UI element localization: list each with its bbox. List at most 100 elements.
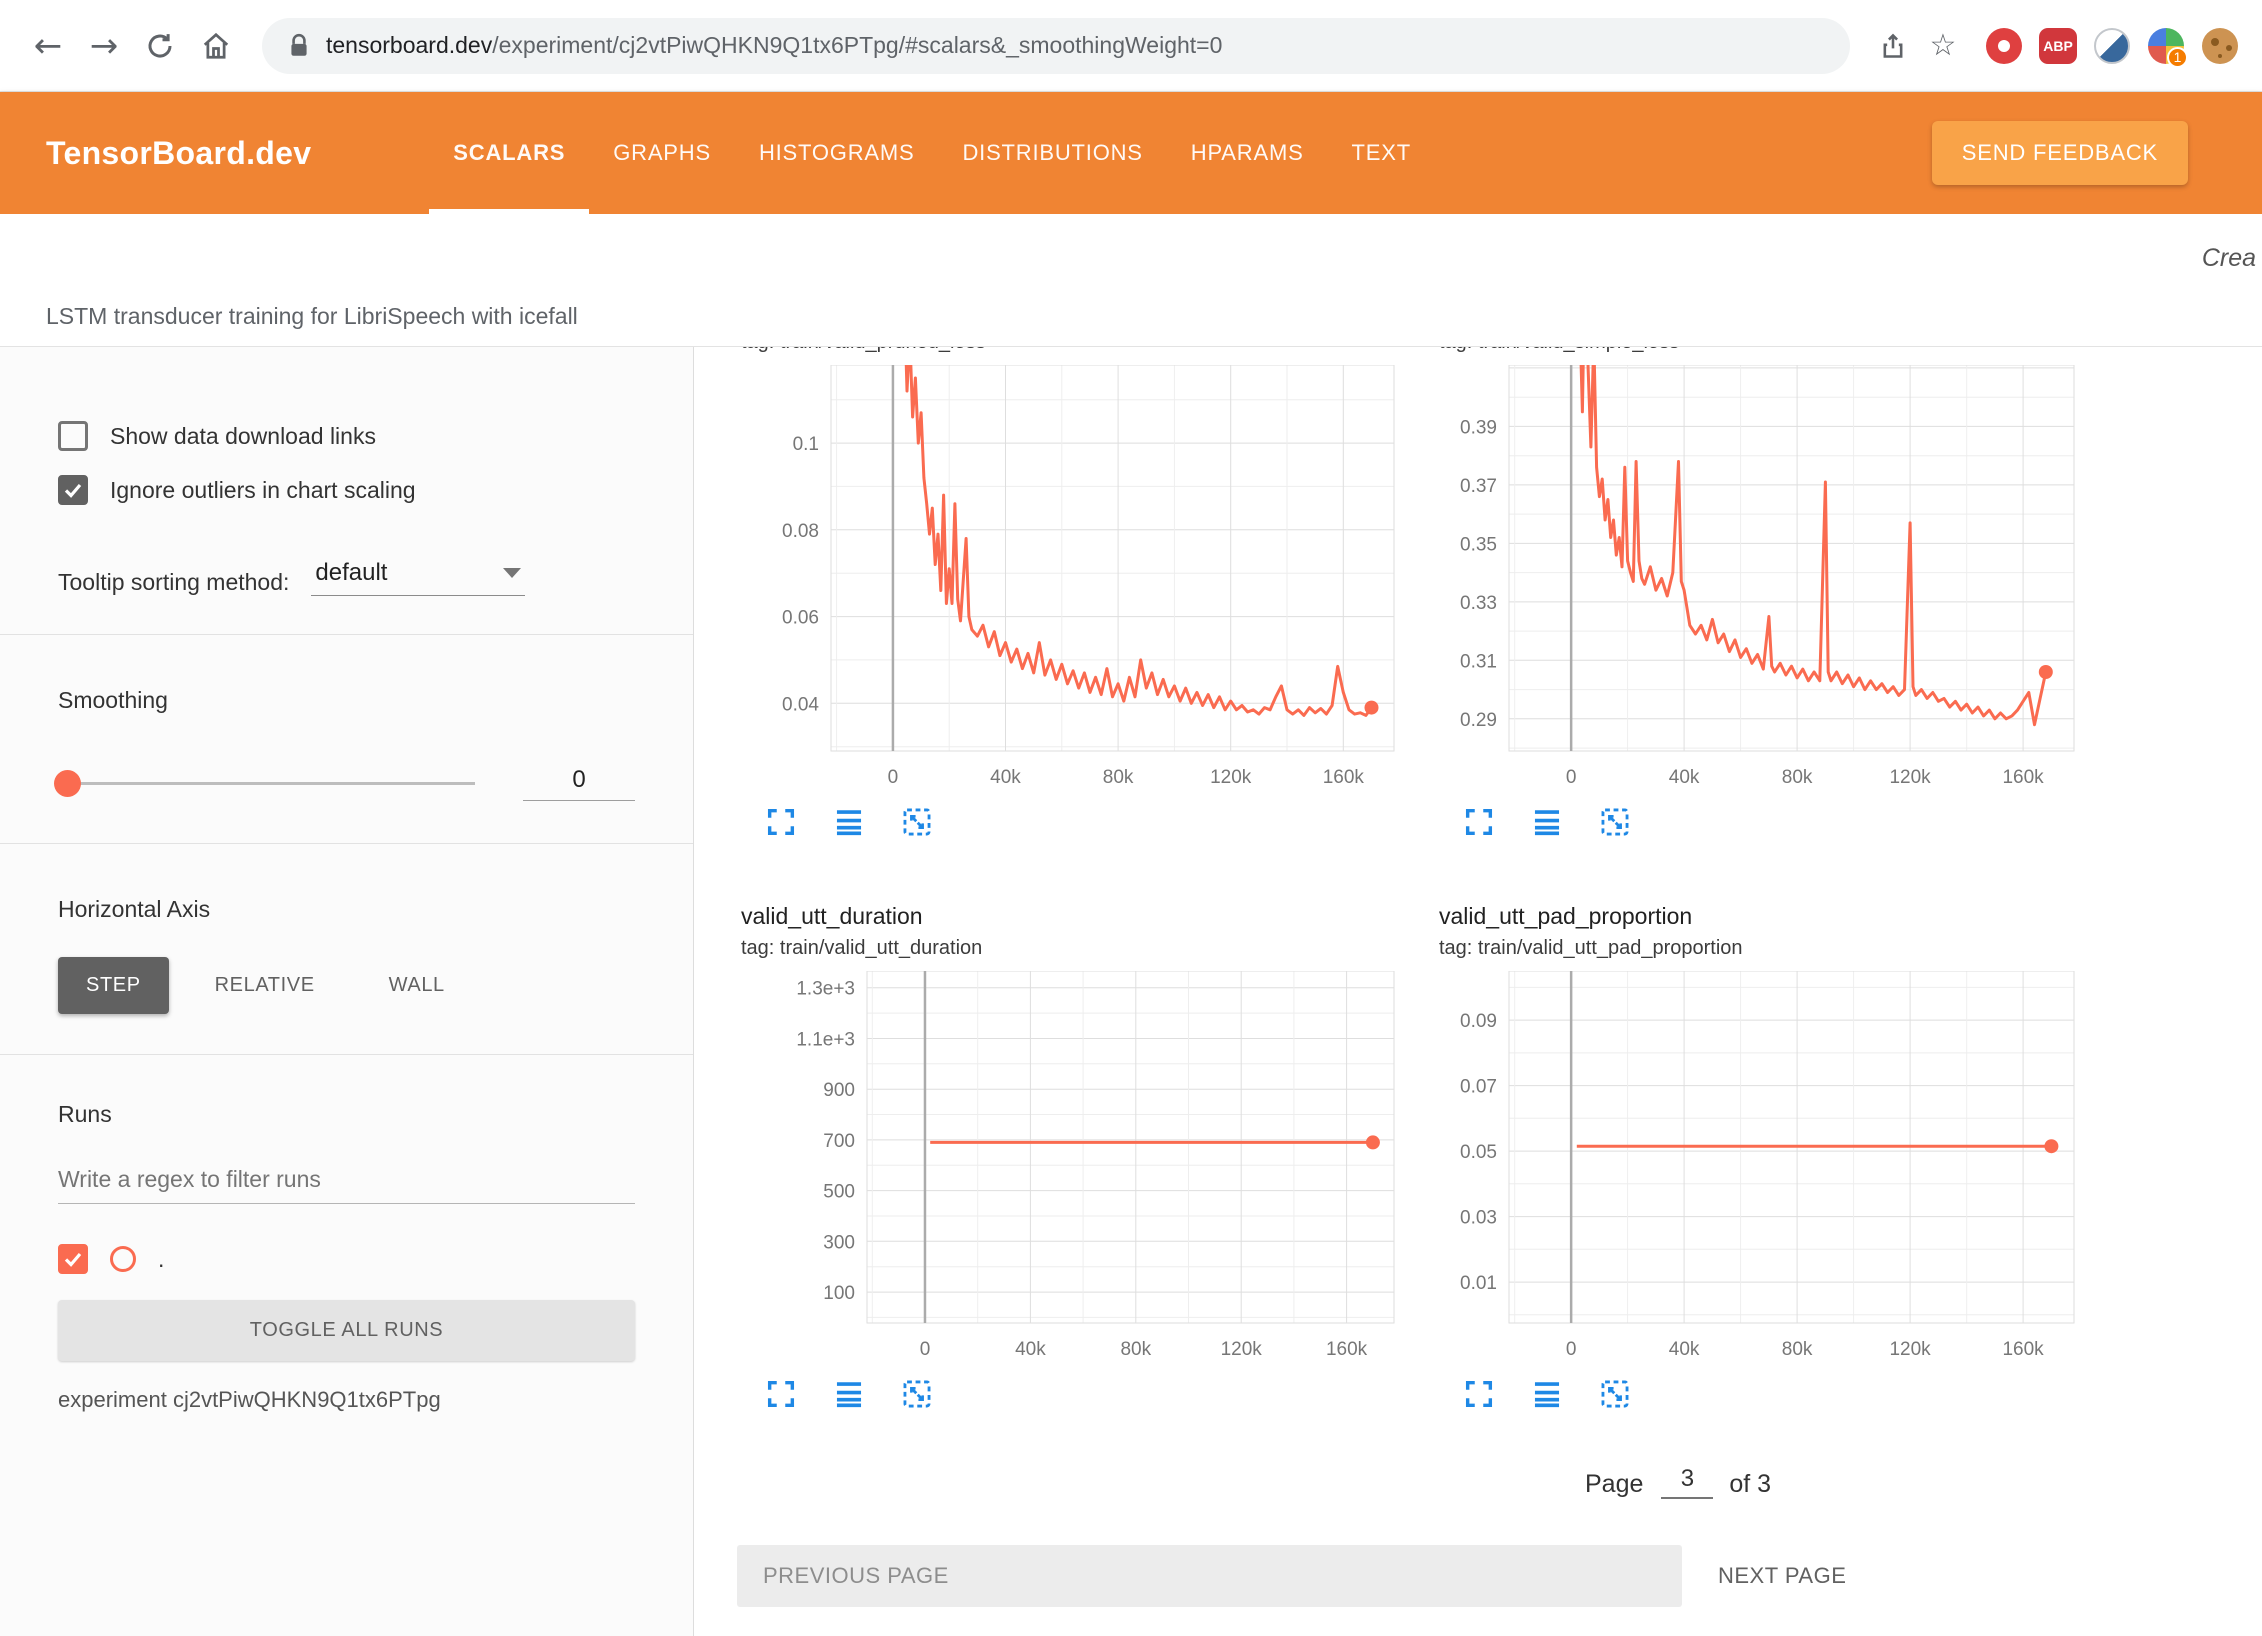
previous-page-button[interactable]: PREVIOUS PAGE [737,1545,1682,1607]
svg-text:1.1e+3: 1.1e+3 [796,1030,855,1051]
line-chart[interactable]: 0.290.310.330.350.370.39040k80k120k160k [1421,365,2092,795]
share-icon[interactable] [1868,21,1918,71]
smoothing-slider-thumb[interactable] [54,770,81,797]
svg-text:0.33: 0.33 [1460,593,1497,614]
charts-panel: valid_pruned_loss tag: train/valid_prune… [695,347,2262,1636]
toggle-all-runs-button[interactable]: TOGGLE ALL RUNS [58,1300,635,1361]
run-color-swatch [110,1246,136,1272]
smoothing-slider[interactable] [58,782,475,785]
run-list-item[interactable]: . [58,1244,635,1274]
app-logo[interactable]: TensorBoard.dev [46,135,311,172]
axis-step-button[interactable]: STEP [58,957,169,1014]
tab-hparams[interactable]: HPARAMS [1167,92,1328,214]
svg-text:80k: 80k [1120,1339,1151,1360]
adblock-extension-icon[interactable] [1982,24,2026,68]
axis-wall-button[interactable]: WALL [361,957,473,1014]
svg-text:0.05: 0.05 [1460,1142,1497,1163]
page-number-input[interactable] [1661,1465,1713,1499]
back-icon[interactable]: ← [20,18,76,74]
svg-text:500: 500 [823,1182,855,1203]
show-download-links-label: Show data download links [110,423,376,450]
line-chart[interactable]: 0.010.030.050.070.09040k80k120k160k [1421,971,2092,1367]
runs-filter-input[interactable] [58,1158,635,1204]
bookmark-star-icon[interactable]: ☆ [1918,21,1968,71]
tooltip-sorting-value: default [315,559,387,587]
line-chart[interactable]: 0.040.060.080.1040k80k120k160k [723,365,1412,795]
show-download-links-checkbox[interactable] [58,421,88,451]
svg-text:0.03: 0.03 [1460,1208,1497,1229]
svg-text:0.06: 0.06 [782,608,819,629]
page-label: Page [1585,1470,1643,1499]
settings-sidebar: Show data download links Ignore outliers… [0,347,694,1636]
svg-text:40k: 40k [1669,767,1700,788]
svg-text:0.08: 0.08 [782,521,819,542]
chevron-down-icon [503,568,521,578]
chart-title: valid_utt_pad_proportion [1439,899,2111,933]
svg-text:80k: 80k [1782,767,1813,788]
fit-domain-icon[interactable] [899,1377,935,1413]
svg-text:100: 100 [823,1283,855,1304]
log-scale-icon[interactable] [831,1377,867,1413]
chart-tag: tag: train/valid_pruned_loss [741,347,1413,357]
stats-extension-icon[interactable]: 1 [2144,24,2188,68]
created-text-clipped: Crea [2202,244,2256,273]
line-chart[interactable]: 1003005007009001.1e+31.3e+3040k80k120k16… [723,971,1412,1367]
privacy-extension-icon[interactable] [2090,24,2134,68]
notification-badge: 1 [2167,47,2188,68]
lock-icon [288,33,310,59]
expand-card-icon[interactable] [763,1377,799,1413]
next-page-button[interactable]: NEXT PAGE [1718,1563,1846,1589]
tab-graphs[interactable]: GRAPHS [589,92,735,214]
chart-tag: tag: train/valid_utt_pad_proportion [1439,933,2111,963]
svg-text:160k: 160k [1326,1339,1368,1360]
ignore-outliers-label: Ignore outliers in chart scaling [110,477,416,504]
svg-text:0.1: 0.1 [793,434,819,455]
svg-text:120k: 120k [1889,1339,1931,1360]
svg-text:40k: 40k [1669,1339,1700,1360]
fit-domain-icon[interactable] [1597,1377,1633,1413]
svg-text:1.3e+3: 1.3e+3 [796,979,855,1000]
run-checkbox[interactable] [58,1244,88,1274]
svg-text:0: 0 [920,1339,931,1360]
fit-domain-icon[interactable] [1597,805,1633,841]
tab-scalars[interactable]: SCALARS [429,92,589,214]
cookie-icon[interactable] [2198,24,2242,68]
svg-text:0.04: 0.04 [782,694,819,715]
axis-relative-button[interactable]: RELATIVE [187,957,343,1014]
expand-card-icon[interactable] [763,805,799,841]
tensorboard-header: TensorBoard.dev SCALARS GRAPHS HISTOGRAM… [0,92,2262,214]
chart-card-valid-utt-pad-proportion: valid_utt_pad_proportion tag: train/vali… [1421,899,2111,1431]
page-of-label: of 3 [1729,1470,1771,1499]
extensions-row: ABP 1 [1982,24,2242,68]
refresh-icon[interactable] [132,18,188,74]
experiment-caption: experiment cj2vtPiwQHKN9Q1tx6PTpg [58,1387,635,1413]
log-scale-icon[interactable] [1529,1377,1565,1413]
log-scale-icon[interactable] [1529,805,1565,841]
svg-text:160k: 160k [1323,767,1365,788]
tab-text[interactable]: TEXT [1328,92,1435,214]
svg-text:700: 700 [823,1131,855,1152]
experiment-subheader: Crea LSTM transducer training for LibriS… [0,214,2262,346]
fit-domain-icon[interactable] [899,805,935,841]
svg-text:0.31: 0.31 [1460,651,1497,672]
browser-toolbar: ← → tensorboard.dev/experiment/cj2vtPiwQ… [0,0,2262,92]
experiment-title: LSTM transducer training for LibriSpeech… [46,303,578,330]
runs-label: Runs [58,1101,635,1128]
smoothing-value-input[interactable]: 0 [523,766,635,801]
forward-icon[interactable]: → [76,18,132,74]
tab-histograms[interactable]: HISTOGRAMS [735,92,939,214]
svg-text:40k: 40k [1015,1339,1046,1360]
expand-card-icon[interactable] [1461,805,1497,841]
ignore-outliers-checkbox[interactable] [58,475,88,505]
log-scale-icon[interactable] [831,805,867,841]
svg-text:0.29: 0.29 [1460,710,1497,731]
tooltip-sorting-dropdown[interactable]: default [311,559,525,596]
send-feedback-button[interactable]: SEND FEEDBACK [1932,121,2188,185]
content-region: Show data download links Ignore outliers… [0,346,2262,1636]
run-name: . [158,1246,164,1273]
expand-card-icon[interactable] [1461,1377,1497,1413]
home-icon[interactable] [188,18,244,74]
tab-distributions[interactable]: DISTRIBUTIONS [938,92,1166,214]
address-bar[interactable]: tensorboard.dev/experiment/cj2vtPiwQHKN9… [262,18,1850,74]
abp-extension-icon[interactable]: ABP [2036,24,2080,68]
